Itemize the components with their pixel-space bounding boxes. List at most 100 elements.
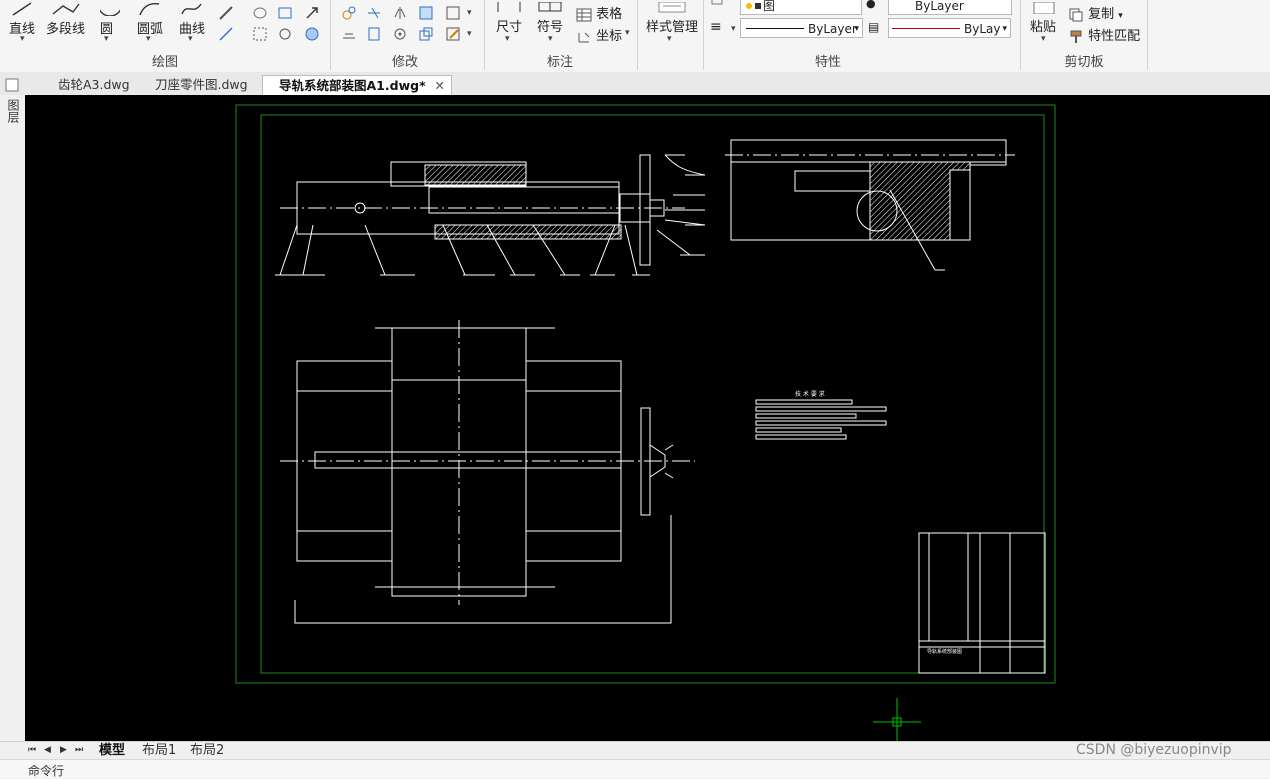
brush-icon bbox=[1070, 30, 1082, 43]
match-layer-icon[interactable] bbox=[710, 0, 726, 16]
color-combo-value: ByLayer bbox=[915, 0, 964, 13]
layer-combo[interactable]: 图 bbox=[740, 0, 862, 15]
offset-icon[interactable] bbox=[341, 26, 357, 42]
list-dropdown-icon[interactable]: ▾ bbox=[731, 24, 736, 34]
lineweight-combo[interactable]: ByLay ▾ bbox=[888, 18, 1011, 38]
dimension-dropdown-icon[interactable]: ▾ bbox=[505, 34, 510, 44]
copy-object-icon[interactable] bbox=[366, 26, 382, 42]
tab-label: 刀座零件图.dwg bbox=[155, 77, 248, 92]
array-icon[interactable] bbox=[445, 5, 461, 21]
tab-label: 导轨系统部装图A1.dwg* bbox=[279, 78, 426, 93]
curve-icon bbox=[181, 3, 202, 15]
paste-icon bbox=[1033, 2, 1055, 14]
close-tab-icon[interactable]: ✕ bbox=[435, 76, 445, 96]
paste-label: 粘贴 bbox=[1030, 20, 1057, 35]
ribbon: 直线 多段线 圆 圆弧 曲线 ▾ ▾ ▾ ▾ 绘图 ▾ ▾ 修改 尺寸 ▾ 符号… bbox=[0, 0, 1270, 73]
array-dropdown-icon[interactable]: ▾ bbox=[467, 8, 472, 18]
ray-icon[interactable] bbox=[218, 26, 234, 42]
drawing-svg[interactable]: 技 术 要 求 导轨系统部装图 bbox=[25, 95, 1270, 741]
dimension-icon bbox=[497, 2, 521, 12]
arc-tool[interactable]: 圆弧 bbox=[137, 2, 163, 37]
line-dropdown-icon[interactable]: ▾ bbox=[20, 34, 25, 44]
symbol-tool[interactable]: 符号 bbox=[537, 2, 563, 35]
first-layout-icon[interactable]: ⏮ bbox=[28, 742, 36, 759]
tab-model[interactable]: 模型 bbox=[99, 742, 125, 759]
group-draw-label: 绘图 bbox=[151, 55, 178, 70]
circle-tool[interactable]: 圆 bbox=[100, 2, 120, 37]
polyline-icon bbox=[52, 3, 80, 15]
layout-tabs: ⏮ ◀ ▶ ⏭ 模型 布局1 布局2 CSDN @biyezuopinvip bbox=[0, 741, 1270, 760]
copy-tool[interactable]: 复制 ▾ bbox=[1068, 3, 1123, 22]
edit-dropdown-icon[interactable]: ▾ bbox=[467, 29, 472, 39]
scale-icon[interactable] bbox=[418, 26, 434, 42]
coordinate-dropdown-icon[interactable]: ▾ bbox=[625, 28, 630, 38]
match-properties-tool[interactable]: 特性匹配 bbox=[1068, 25, 1140, 44]
color-wheel-icon[interactable]: ● bbox=[866, 0, 876, 10]
linetype-combo[interactable]: ByLayer ▾ bbox=[740, 18, 863, 38]
region-icon[interactable] bbox=[252, 5, 268, 21]
tab-tool-seat[interactable]: 刀座零件图.dwg bbox=[145, 75, 258, 95]
symbol-label: 符号 bbox=[537, 20, 564, 35]
rotate-icon[interactable] bbox=[392, 26, 408, 42]
stretch-icon[interactable] bbox=[418, 5, 434, 21]
lineweight-icon[interactable]: ▤ bbox=[868, 20, 879, 34]
coordinate-tool[interactable]: 坐标 bbox=[576, 25, 622, 44]
next-layout-icon[interactable]: ▶ bbox=[60, 742, 67, 759]
drawing-canvas[interactable]: 技 术 要 求 导轨系统部装图 bbox=[25, 95, 1270, 741]
pencil-icon[interactable] bbox=[218, 5, 234, 21]
crosshair-cursor bbox=[873, 698, 921, 741]
paste-dropdown-icon[interactable]: ▾ bbox=[1041, 34, 1046, 44]
group-modify-label: 修改 bbox=[391, 55, 418, 70]
copy-label: 复制 bbox=[1088, 7, 1115, 22]
line-tool[interactable]: 直线 bbox=[9, 2, 35, 37]
curve-dropdown-icon[interactable]: ▾ bbox=[188, 34, 193, 44]
linetype-sample bbox=[746, 28, 804, 29]
tab-gear-a3[interactable]: 齿轮A3.dwg bbox=[48, 75, 140, 95]
dimension-tool[interactable]: 尺寸 bbox=[496, 2, 522, 35]
layer-panel-label: 图层 bbox=[6, 99, 20, 123]
linetype-value: ByLayer bbox=[808, 22, 857, 36]
boundary-icon[interactable] bbox=[277, 5, 293, 21]
arc-icon bbox=[139, 3, 160, 16]
symbol-dropdown-icon[interactable]: ▾ bbox=[548, 34, 553, 44]
lineweight-dropdown-icon: ▾ bbox=[1002, 24, 1007, 34]
style-manager-dropdown-icon[interactable]: ▾ bbox=[667, 34, 672, 44]
layer-side-panel[interactable]: 图层 bbox=[0, 95, 26, 741]
command-line[interactable]: 命令行 bbox=[0, 759, 1270, 778]
trim-icon[interactable] bbox=[366, 5, 382, 21]
globe-icon[interactable] bbox=[304, 26, 320, 42]
tab-rail-system-assembly[interactable]: 导轨系统部装图A1.dwg* ✕ bbox=[262, 75, 452, 95]
separator bbox=[703, 0, 704, 70]
tab-layout2[interactable]: 布局2 bbox=[190, 742, 224, 759]
polyline-tool[interactable]: 多段线 bbox=[46, 2, 85, 37]
curve-tool[interactable]: 曲线 bbox=[179, 2, 205, 37]
style-manager-icon bbox=[658, 2, 686, 13]
arrow-icon[interactable] bbox=[304, 5, 320, 21]
list-icon[interactable]: ≡ bbox=[710, 19, 722, 35]
last-layout-icon[interactable]: ⏭ bbox=[75, 742, 83, 759]
copy-dropdown-icon: ▾ bbox=[1118, 11, 1123, 21]
block-icon[interactable] bbox=[277, 26, 293, 42]
arc-dropdown-icon[interactable]: ▾ bbox=[146, 34, 151, 44]
separator bbox=[1020, 0, 1021, 70]
symbol-icon bbox=[538, 2, 562, 12]
dimension-label: 尺寸 bbox=[496, 20, 523, 35]
lineweight-sample bbox=[892, 28, 960, 29]
new-tab-icon[interactable] bbox=[5, 78, 19, 92]
circle-dropdown-icon[interactable]: ▾ bbox=[104, 34, 109, 44]
table-tool[interactable]: 表格 bbox=[576, 3, 622, 22]
prev-layout-icon[interactable]: ◀ bbox=[44, 742, 51, 759]
edit-icon[interactable] bbox=[445, 26, 461, 42]
tab-layout1[interactable]: 布局1 bbox=[142, 742, 176, 759]
style-manager-tool[interactable]: 样式管理 bbox=[646, 2, 698, 35]
match-properties-label: 特性匹配 bbox=[1088, 29, 1141, 44]
hatch-icon[interactable] bbox=[252, 26, 268, 42]
linetype-dropdown-icon: ▾ bbox=[854, 24, 859, 34]
paste-tool[interactable]: 粘贴 bbox=[1030, 2, 1058, 35]
color-combo[interactable]: ByLayer bbox=[888, 0, 1012, 15]
move-icon[interactable] bbox=[341, 5, 357, 21]
polyline-label: 多段线 bbox=[46, 22, 86, 37]
front-section-view bbox=[275, 154, 706, 276]
coordinate-label: 坐标 bbox=[596, 29, 623, 44]
mirror-icon[interactable] bbox=[392, 5, 408, 21]
